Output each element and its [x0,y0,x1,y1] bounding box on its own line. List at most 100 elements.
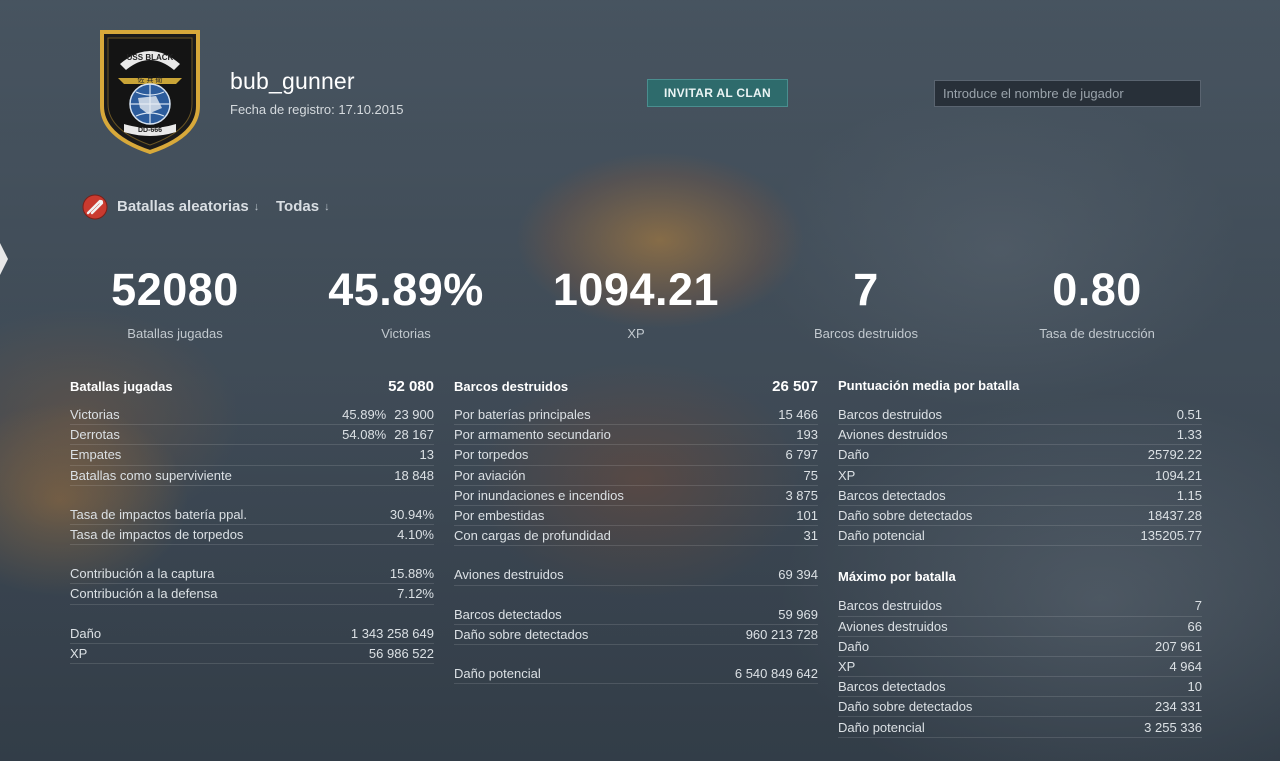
row-value: 6 797 [785,447,818,463]
row-label: Tasa de impactos de torpedos [70,527,244,543]
row-value: 960 213 728 [745,626,818,642]
row-value: 75 [803,467,818,483]
row-value: 23 900 [394,407,434,423]
row-value: 18437.28 [1147,508,1202,524]
maximum-title: Máximo por batalla [838,569,956,585]
average-header: Puntuación media por batalla [838,378,1202,400]
table-row: Derrotas 54.08% 28 167 [70,425,434,446]
invite-to-clan-button[interactable]: INVITAR AL CLAN [647,79,788,107]
row-value: 30.94% [389,506,434,522]
average-table: Puntuación media por batalla Barcos dest… [838,378,1202,738]
row-value: 4 964 [1169,658,1202,674]
row-label: Por embestidas [454,508,545,524]
row-value: 4.10% [397,527,434,543]
table-row: Por aviación 75 [454,466,818,486]
row-pct: 54.08% [342,427,387,443]
row-label: Por torpedos [454,447,529,463]
left-edge-arrow-icon[interactable] [0,243,8,275]
row-label: Contribución a la defensa [70,586,218,602]
battles-header: Batallas jugadas 52 080 [70,378,434,400]
ship-type-label: Todas [276,198,320,215]
row-label: Derrotas [70,427,120,443]
row-label: Contribución a la captura [70,566,215,582]
row-value: 10 [1187,679,1202,695]
row-value: 1.15 [1176,487,1202,503]
table-row: Barcos detectados 10 [838,677,1202,698]
row-label: Barcos destruidos [838,407,943,423]
row-label: Aviones destruidos [454,567,564,583]
table-row: Daño 207 961 [838,637,1202,657]
battle-mode-dropdown[interactable]: Batallas aleatorias ↓ [117,198,259,215]
table-row: Daño sobre detectados 18437.28 [838,506,1202,527]
row-label: Daño [70,625,102,641]
kills-header: Barcos destruidos 26 507 [454,378,818,400]
clan-emblem: USS BLACK 佐 兵 衛 DD-666 [100,30,200,155]
row-label: Daño sobre detectados [838,699,973,715]
average-title: Puntuación media por batalla [838,378,1020,393]
table-row: Por baterías principales 15 466 [454,405,818,426]
table-row: Daño potencial 6 540 849 642 [454,664,818,685]
row-label: XP [70,645,88,661]
summary-xp: 1094.21 XP [516,262,756,341]
svg-text:佐 兵 衛: 佐 兵 衛 [138,75,163,84]
table-row: Barcos destruidos 0.51 [838,405,1202,426]
player-search-input[interactable] [934,80,1201,107]
row-value: 15.88% [389,566,434,582]
row-label: Por aviación [454,467,526,483]
row-value: 101 [796,508,818,524]
row-label: Daño potencial [454,665,541,681]
row-value: 28 167 [394,427,434,443]
table-row: Tasa de impactos batería ppal. 30.94% [70,505,434,525]
summary-battles: 52080 Batallas jugadas [55,262,295,341]
table-row: Por torpedos 6 797 [454,445,818,466]
table-row: Victorias 45.89% 23 900 [70,405,434,426]
row-value: 1094.21 [1155,467,1202,483]
row-label: Daño potencial [838,528,925,544]
ship-type-dropdown[interactable]: Todas ↓ [276,198,330,215]
registration-date: Fecha de registro: 17.10.2015 [230,102,404,117]
summary-label: Victorias [381,326,431,341]
row-value: 234 331 [1155,699,1202,715]
row-label: XP [838,467,856,483]
row-value: 3 255 336 [1144,719,1202,735]
row-label: Daño [838,638,870,654]
table-row: Daño 1 343 258 649 [70,624,434,644]
chevron-down-icon: ↓ [324,200,330,213]
battles-table: Batallas jugadas 52 080 Victorias 45.89%… [70,378,434,664]
table-row: Aviones destruidos 69 394 [454,565,818,586]
battles-total: 52 080 [388,378,434,395]
row-label: Batallas como superviviente [70,467,232,483]
table-row: Por armamento secundario 193 [454,425,818,446]
row-value: 13 [419,447,434,463]
table-row: XP 56 986 522 [70,644,434,664]
row-label: Barcos detectados [454,606,562,622]
row-value: 3 875 [785,487,818,503]
player-name: bub_gunner [230,68,355,94]
row-value: 18 848 [394,467,434,483]
row-value: 135205.77 [1140,528,1202,544]
row-label: Barcos detectados [838,487,946,503]
row-label: Por armamento secundario [454,427,611,443]
table-row: Daño potencial 3 255 336 [838,717,1202,738]
kills-table: Barcos destruidos 26 507 Por baterías pr… [454,378,818,685]
row-value: 56 986 522 [368,645,434,661]
emblem-text-bottom: DD-666 [138,127,162,134]
table-row: Con cargas de profundidad 31 [454,526,818,547]
row-value: 0.51 [1176,407,1202,423]
row-value: 207 961 [1155,638,1202,654]
row-value: 69 394 [778,567,818,583]
table-row: Daño 25792.22 [838,445,1202,466]
row-value: 193 [796,427,818,443]
summary-label: Batallas jugadas [127,326,223,341]
table-row: Daño potencial 135205.77 [838,526,1202,547]
table-row: Por embestidas 101 [454,506,818,527]
row-value: 7 [1194,598,1202,614]
summary-label: XP [627,326,645,341]
summary-label: Barcos destruidos [813,326,919,341]
table-row: Contribución a la captura 15.88% [70,564,434,585]
summary-kill-ratio: 0.80 Tasa de destrucción [977,262,1217,341]
table-row: Batallas como superviviente 18 848 [70,466,434,486]
emblem-text-top: USS BLACK [127,53,174,62]
battles-title: Batallas jugadas [70,379,173,394]
row-label: Aviones destruidos [838,427,948,443]
